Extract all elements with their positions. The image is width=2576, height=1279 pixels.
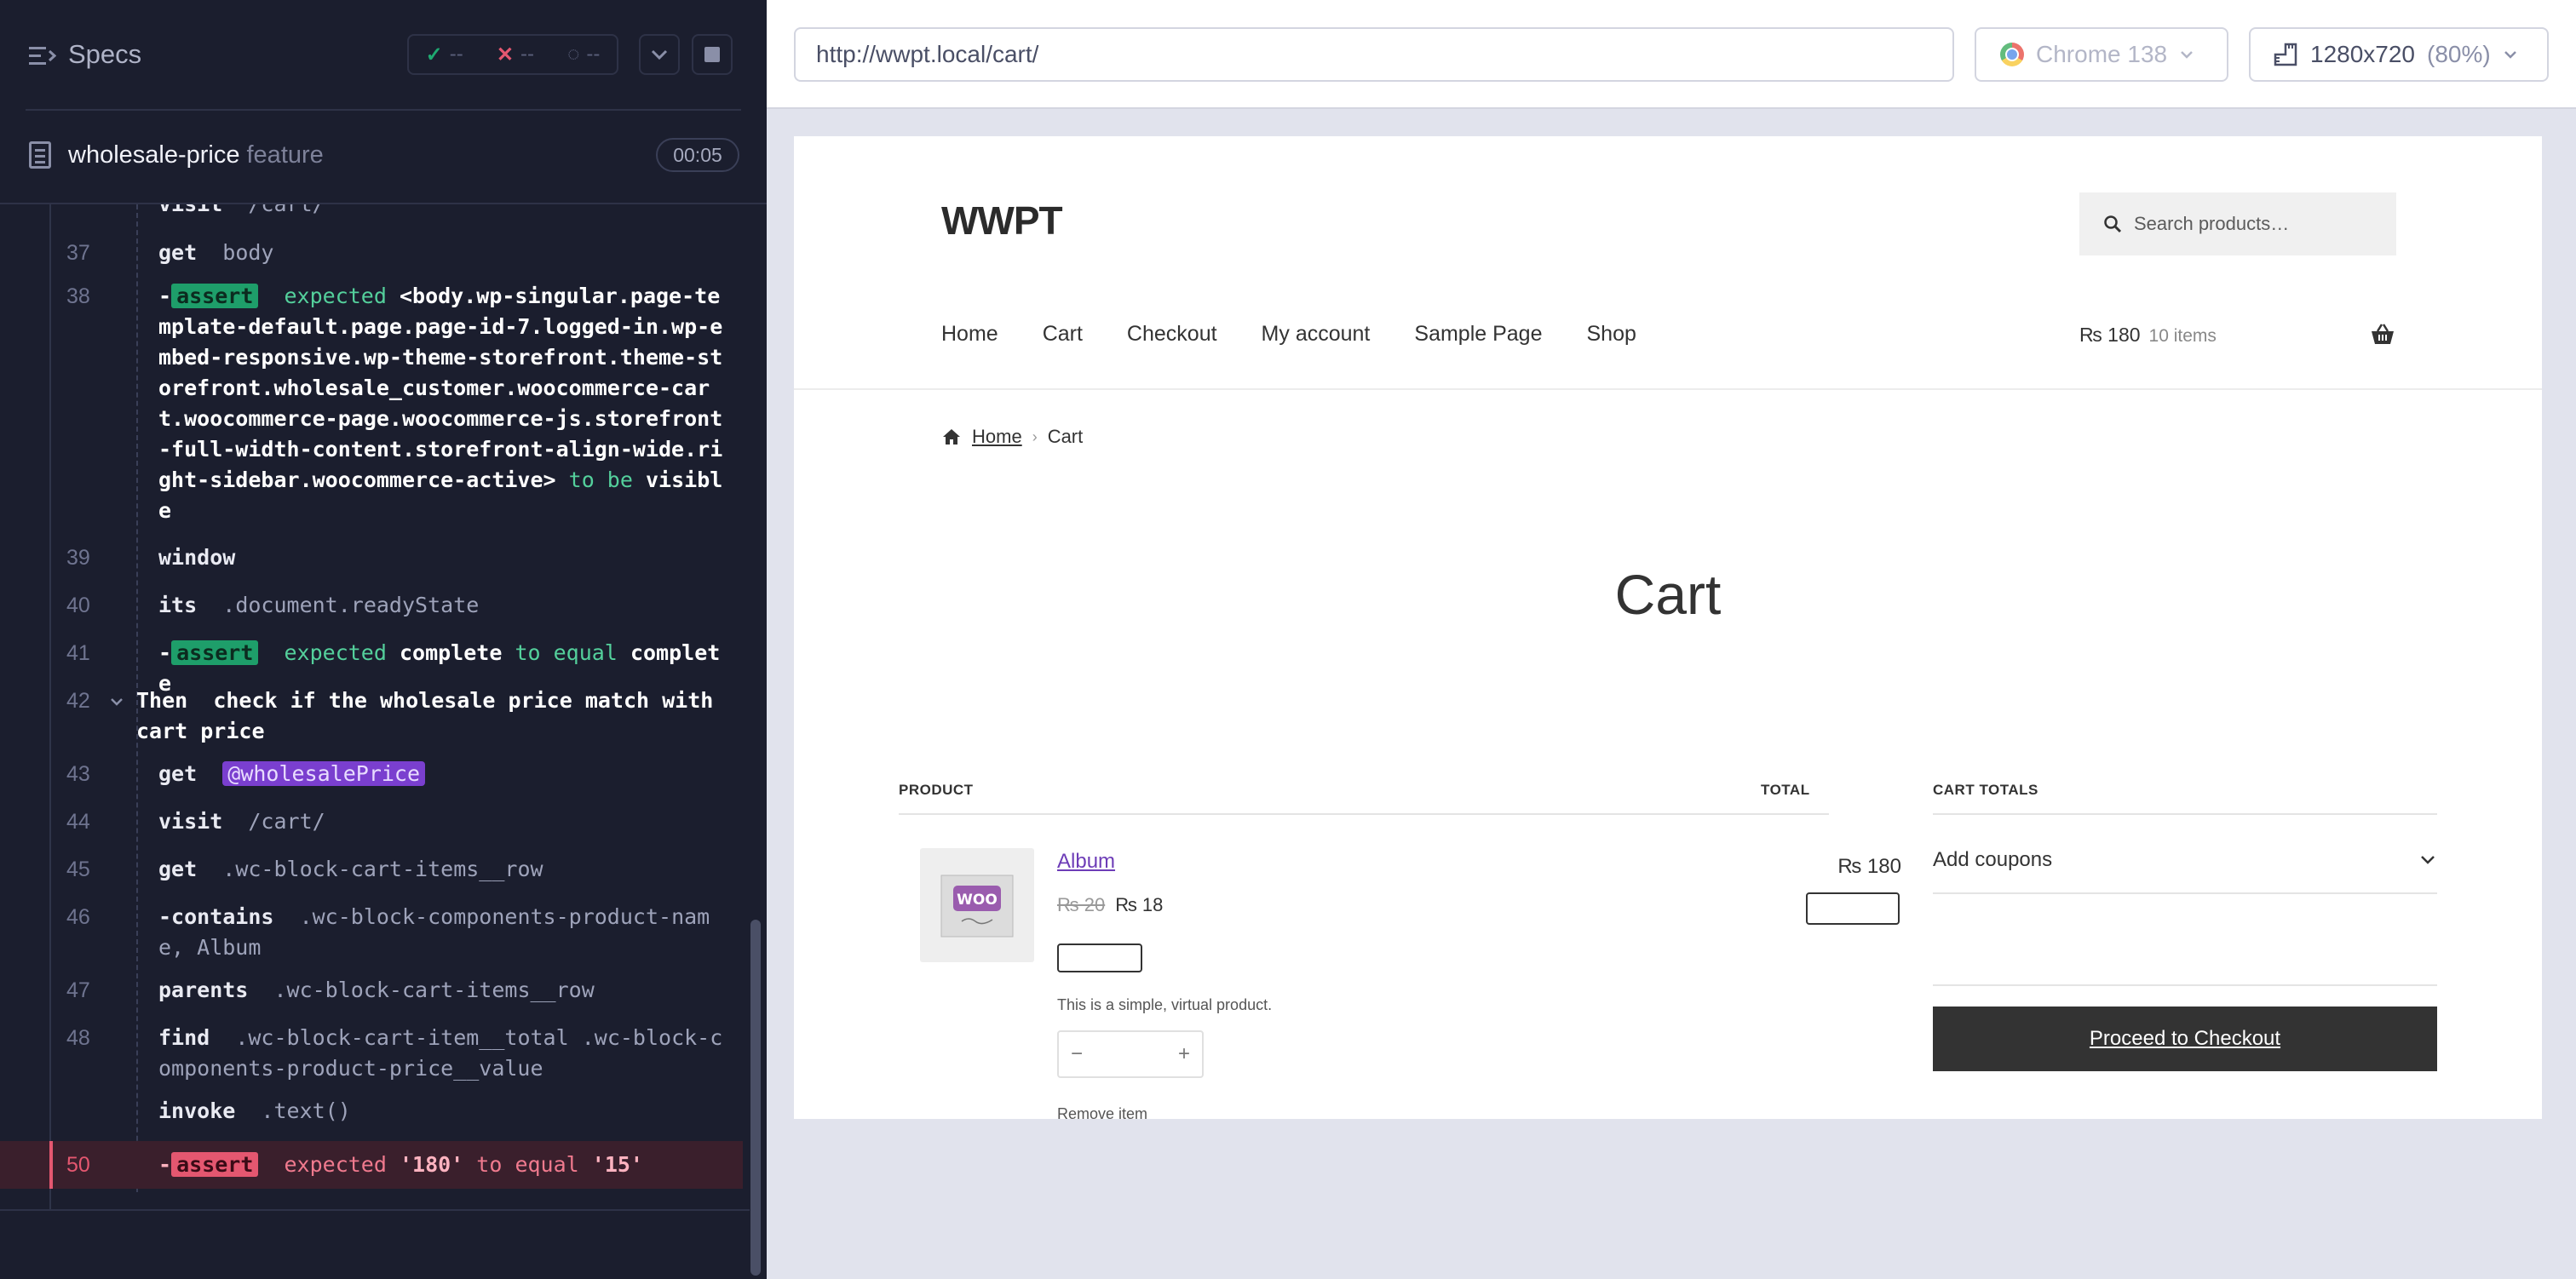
remove-item-link[interactable]: Remove item <box>1057 1105 1147 1119</box>
command-row[interactable]: 46 -contains .wc-block-components-produc… <box>0 898 743 966</box>
ruler-icon <box>2274 43 2297 66</box>
site-title[interactable]: WWPT <box>941 198 1063 244</box>
divider <box>0 1209 750 1211</box>
product-name-link[interactable]: Album <box>1057 850 1115 874</box>
column-header-total: TOTAL <box>1761 782 1810 798</box>
stop-icon <box>704 47 720 62</box>
breadcrumb: Home › Cart <box>941 426 1083 448</box>
assert-row[interactable]: 41 - assert expected complete to equal co… <box>0 634 743 696</box>
sale-badge-box <box>1057 943 1142 972</box>
document-icon <box>29 141 51 169</box>
failed-stat: ✕ -- <box>496 43 534 66</box>
stop-button[interactable] <box>692 34 733 75</box>
chevron-down-icon <box>651 49 668 60</box>
aut-panel: http://wwpt.local/cart/ Chrome 138 1280x… <box>767 0 2576 1279</box>
assert-row[interactable]: 38 - assert expected <body.wp-singular.pa… <box>0 279 743 523</box>
step-row[interactable]: 42 Then check if the wholesale price mat… <box>0 681 743 749</box>
home-icon <box>943 429 960 444</box>
alias-badge: @wholesalePrice <box>222 761 426 786</box>
nav-item-checkout[interactable]: Checkout <box>1127 322 1217 347</box>
command-row[interactable]: 43 get @wholesalePrice <box>0 754 743 797</box>
chevron-down-icon <box>2181 51 2193 59</box>
command-row[interactable]: visit /cart/ <box>0 204 743 220</box>
cart-totals-header: CART TOTALS <box>1933 782 2038 798</box>
primary-nav: Home Cart Checkout My account Sample Pag… <box>941 322 1636 347</box>
divider <box>1933 984 2437 986</box>
search-icon <box>2104 215 2122 233</box>
collapse-button[interactable] <box>639 34 680 75</box>
nav-item-cart[interactable]: Cart <box>1043 322 1083 347</box>
command-row[interactable]: 47 parents .wc-block-cart-items__row <box>0 971 743 1013</box>
check-icon: ✓ <box>425 43 443 66</box>
chevron-right-icon: › <box>1032 427 1038 445</box>
breadcrumb-current: Cart <box>1047 426 1084 447</box>
divider <box>26 109 741 111</box>
line-total: ₨ 180 <box>1837 855 1901 878</box>
x-icon: ✕ <box>496 43 514 66</box>
spec-file-header: wholesale-price feature 00:05 <box>0 128 767 186</box>
divider <box>1933 892 2437 894</box>
pending-stat: ◌ -- <box>567 43 601 66</box>
command-row[interactable]: 44 visit /cart/ <box>0 802 743 845</box>
woo-logo: WOO <box>940 875 1014 938</box>
nav-item-home[interactable]: Home <box>941 322 998 347</box>
specs-header: Specs ✓ -- ✕ -- ◌ -- <box>0 0 767 114</box>
column-header-product: PRODUCT <box>899 782 974 798</box>
divider <box>1933 813 2437 815</box>
breadcrumb-home[interactable]: Home <box>972 426 1022 448</box>
command-row[interactable]: 39 window <box>0 538 743 581</box>
plus-icon[interactable]: + <box>1178 1042 1190 1066</box>
assert-badge: assert <box>171 284 259 308</box>
chevron-down-icon <box>2421 856 2435 864</box>
failed-assert-row[interactable]: 50 - assert expected '180' to equal '15' <box>0 1141 743 1189</box>
minus-icon[interactable]: − <box>1071 1042 1083 1066</box>
spec-duration: 00:05 <box>656 138 739 172</box>
viewport-info[interactable]: 1280x720 (80%) <box>2249 27 2549 82</box>
savings-badge-box <box>1806 892 1900 925</box>
assert-badge: assert <box>171 1152 259 1177</box>
chevron-down-icon[interactable] <box>109 697 124 707</box>
command-row[interactable]: 40 its .document.readyState <box>0 586 743 628</box>
command-list: visit /cart/ 37 get body 38 -assert expe… <box>0 204 743 1209</box>
svg-text:WOO: WOO <box>957 892 998 909</box>
chevron-down-icon <box>2504 51 2516 59</box>
specs-list-icon[interactable] <box>29 44 56 68</box>
add-coupons-toggle[interactable]: Add coupons <box>1933 840 2437 880</box>
aut-header: http://wwpt.local/cart/ Chrome 138 1280x… <box>767 0 2576 109</box>
command-row[interactable]: 37 get body <box>0 232 743 274</box>
mini-cart[interactable]: ₨ 180 10 items <box>2079 324 2217 347</box>
scrollbar[interactable] <box>750 920 761 1276</box>
app-under-test-frame: WWPT Search products… Home Cart Checkout… <box>794 136 2542 1119</box>
command-log-panel: Specs ✓ -- ✕ -- ◌ -- wholesale-price feature… <box>0 0 767 1279</box>
command-row[interactable]: 48 find .wc-block-cart-item__total .wc-b… <box>0 1018 743 1087</box>
divider <box>899 813 1829 815</box>
product-description: This is a simple, virtual product. <box>1057 996 1273 1013</box>
product-price: ₨ 20 ₨ 18 <box>1057 894 1164 915</box>
basket-icon[interactable] <box>2370 322 2395 347</box>
proceed-to-checkout-button[interactable]: Proceed to Checkout <box>1933 1007 2437 1071</box>
assert-badge: assert <box>171 640 259 665</box>
nav-item-sample-page[interactable]: Sample Page <box>1414 322 1542 347</box>
failure-indicator <box>49 1141 53 1189</box>
divider <box>794 388 2542 390</box>
chrome-icon <box>2000 43 2024 66</box>
spinner-icon: ◌ <box>567 43 580 66</box>
search-input[interactable]: Search products… <box>2079 192 2396 255</box>
page-title: Cart <box>1614 563 1722 626</box>
spec-file-name[interactable]: wholesale-price feature <box>68 141 324 169</box>
quantity-stepper[interactable]: − + <box>1057 1030 1204 1078</box>
specs-title[interactable]: Specs <box>68 39 141 70</box>
product-thumbnail[interactable]: WOO <box>920 848 1034 962</box>
browser-selector[interactable]: Chrome 138 <box>1975 27 2228 82</box>
url-bar[interactable]: http://wwpt.local/cart/ <box>794 27 1954 82</box>
passed-stat: ✓ -- <box>425 43 463 66</box>
test-stats: ✓ -- ✕ -- ◌ -- <box>407 34 618 75</box>
nav-item-shop[interactable]: Shop <box>1587 322 1636 347</box>
command-row[interactable]: invoke .text() <box>0 1092 743 1134</box>
nav-item-my-account[interactable]: My account <box>1262 322 1371 347</box>
command-row[interactable]: 45 get .wc-block-cart-items__row <box>0 850 743 892</box>
